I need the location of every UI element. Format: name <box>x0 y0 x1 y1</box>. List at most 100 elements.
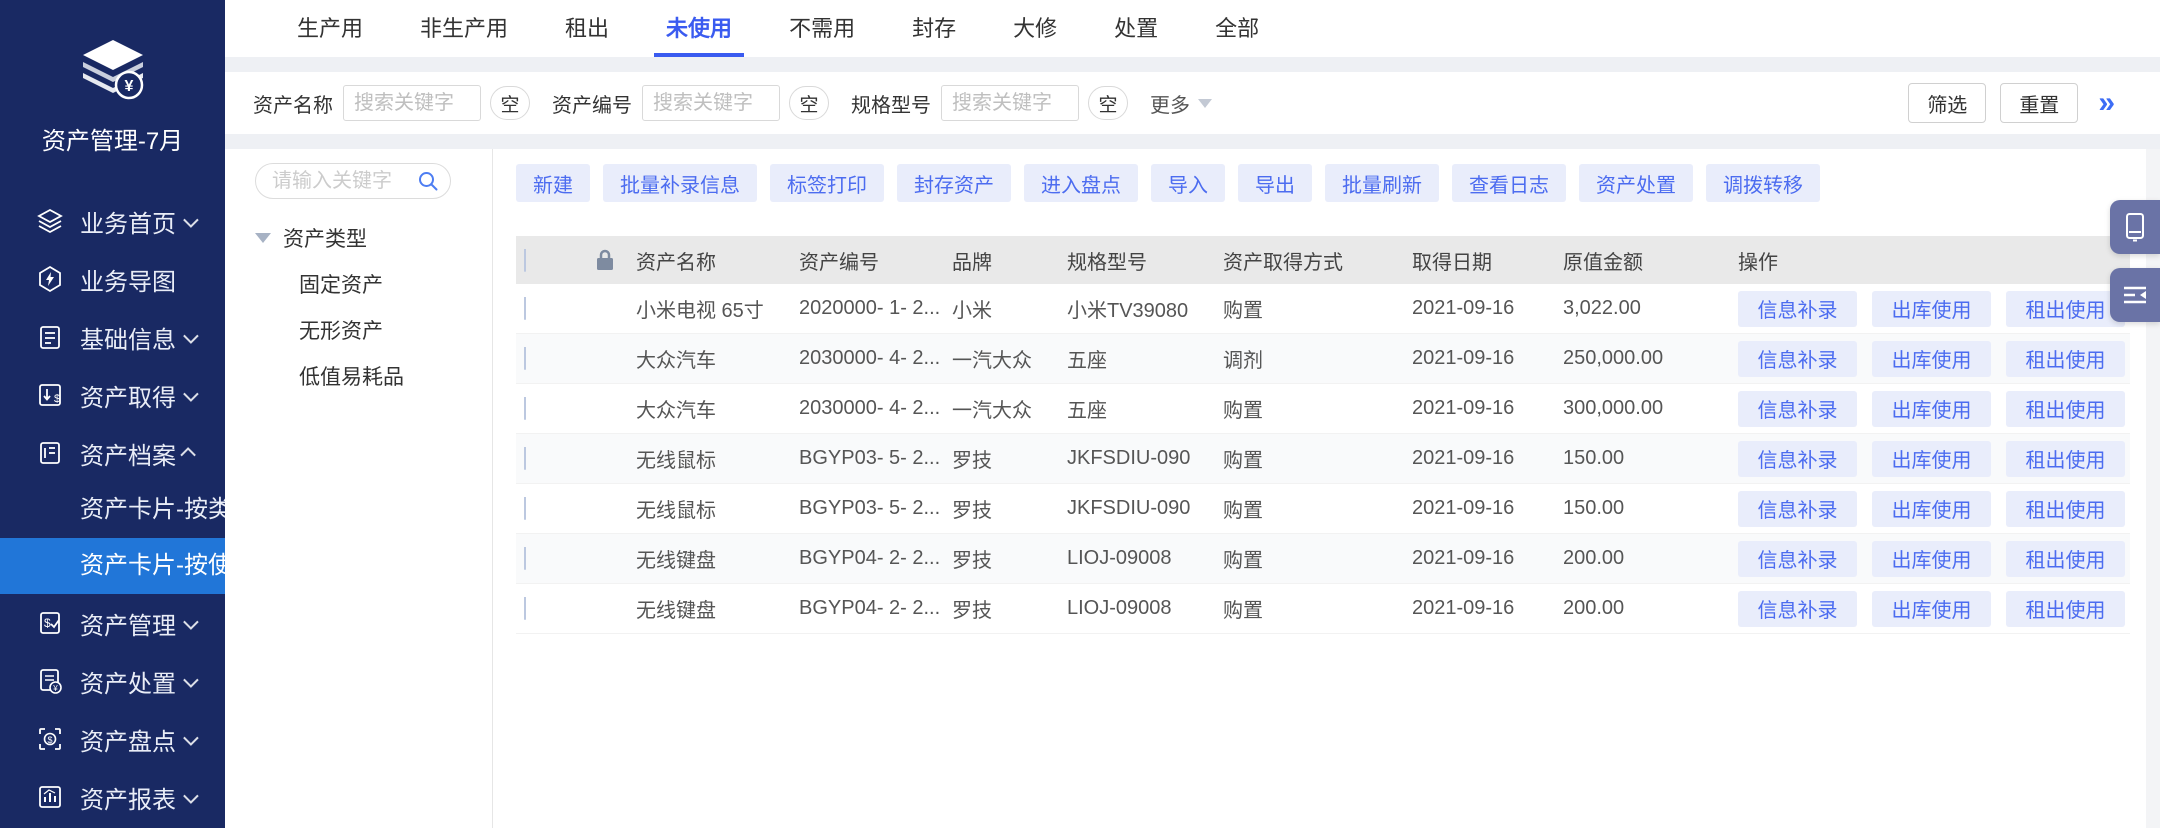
doc-coin-icon: ¥ <box>36 667 64 695</box>
sidebar-subitem-2[interactable]: 资产卡片-按使... <box>0 538 225 594</box>
tab-2[interactable]: 非生产用 <box>408 0 520 57</box>
toolbar-button-6[interactable]: 导入 <box>1151 164 1225 202</box>
sidebar-subitem-1[interactable]: 资产卡片-按类型 <box>0 482 225 538</box>
toolbar-button-2[interactable]: 批量补录信息 <box>603 164 757 202</box>
row-action-2[interactable]: 出库使用 <box>1872 441 1991 477</box>
filter-field-input[interactable] <box>941 85 1079 121</box>
tree-expand-icon[interactable] <box>255 233 271 243</box>
sidebar-item-label: 资产取得 <box>80 378 184 413</box>
row-action-2[interactable]: 出库使用 <box>1872 491 1991 527</box>
sidebar-item-7[interactable]: ¥资产处置 <box>0 652 225 710</box>
row-checkbox[interactable] <box>524 297 526 320</box>
collapse-panel-button[interactable] <box>2110 268 2160 322</box>
toolbar-button-4[interactable]: 封存资产 <box>897 164 1011 202</box>
toolbar-button-9[interactable]: 查看日志 <box>1452 164 1566 202</box>
toolbar-button-11[interactable]: 调拨转移 <box>1706 164 1820 202</box>
table-row: 无线键盘BGYP04- 2- 2...罗技LIOJ-09008购置2021-09… <box>516 584 2130 634</box>
empty-tag-button[interactable]: 空 <box>789 86 829 120</box>
more-filters-button[interactable]: 更多 <box>1150 89 1212 118</box>
reset-button[interactable]: 重置 <box>2000 83 2078 123</box>
row-action-1[interactable]: 信息补录 <box>1738 591 1857 627</box>
cell-asset-code: BGYP03- 5- 2... <box>799 497 952 520</box>
sidebar-item-2[interactable]: 业务导图 <box>0 250 225 308</box>
row-action-3[interactable]: 租出使用 <box>2006 541 2125 577</box>
tree-root-label: 资产类型 <box>283 223 367 253</box>
row-action-2[interactable]: 出库使用 <box>1872 591 1991 627</box>
row-action-2[interactable]: 出库使用 <box>1872 391 1991 427</box>
sidebar-item-6[interactable]: $资产管理 <box>0 594 225 652</box>
sidebar-item-3[interactable]: 基础信息 <box>0 308 225 366</box>
row-action-2[interactable]: 出库使用 <box>1872 541 1991 577</box>
tab-8[interactable]: 处置 <box>1102 0 1170 57</box>
cell-brand: 罗技 <box>952 544 1067 573</box>
cell-acquire-way: 购置 <box>1223 294 1412 323</box>
table-row: 无线鼠标BGYP03- 5- 2...罗技JKFSDIU-090购置2021-0… <box>516 484 2130 534</box>
filter-field-3: 规格型号空 <box>851 85 1128 121</box>
double-chevron-right-icon[interactable]: » <box>2098 88 2115 118</box>
table-row: 无线键盘BGYP04- 2- 2...罗技LIOJ-09008购置2021-09… <box>516 534 2130 584</box>
row-action-1[interactable]: 信息补录 <box>1738 391 1857 427</box>
row-checkbox[interactable] <box>524 397 526 420</box>
empty-tag-button[interactable]: 空 <box>490 86 530 120</box>
sidebar-nav: 业务首页业务导图基础信息$资产取得资产档案资产卡片-按类型资产卡片-按使...$… <box>0 192 225 826</box>
row-actions: 信息补录出库使用租出使用 <box>1726 591 2130 627</box>
filter-field-label: 资产名称 <box>253 89 333 118</box>
tree-node-2[interactable]: 无形资产 <box>299 315 468 345</box>
col-acquire-date: 取得日期 <box>1412 246 1563 275</box>
sidebar-item-4[interactable]: $资产取得 <box>0 366 225 424</box>
toolbar-button-8[interactable]: 批量刷新 <box>1325 164 1439 202</box>
tab-4[interactable]: 未使用 <box>654 0 744 57</box>
clipboard-icon <box>36 323 64 351</box>
tree-node-3[interactable]: 低值易耗品 <box>299 361 468 391</box>
toolbar-button-5[interactable]: 进入盘点 <box>1024 164 1138 202</box>
toolbar-button-3[interactable]: 标签打印 <box>770 164 884 202</box>
sidebar-item-5[interactable]: 资产档案 <box>0 424 225 482</box>
cell-original-value: 300,000.00 <box>1563 397 1726 420</box>
tab-7[interactable]: 大修 <box>1001 0 1069 57</box>
row-checkbox[interactable] <box>524 547 526 570</box>
tab-1[interactable]: 生产用 <box>285 0 375 57</box>
mobile-view-button[interactable] <box>2110 200 2160 254</box>
cell-asset-code: 2030000- 4- 2... <box>799 397 952 420</box>
row-action-2[interactable]: 出库使用 <box>1872 341 1991 377</box>
toolbar-button-10[interactable]: 资产处置 <box>1579 164 1693 202</box>
tab-5[interactable]: 不需用 <box>777 0 867 57</box>
row-action-1[interactable]: 信息补录 <box>1738 441 1857 477</box>
tree-node-1[interactable]: 固定资产 <box>299 269 468 299</box>
row-action-3[interactable]: 租出使用 <box>2006 441 2125 477</box>
row-action-1[interactable]: 信息补录 <box>1738 341 1857 377</box>
row-checkbox[interactable] <box>524 447 526 470</box>
scan-dollar-icon: $ <box>36 725 64 753</box>
row-action-1[interactable]: 信息补录 <box>1738 291 1857 327</box>
row-action-3[interactable]: 租出使用 <box>2006 291 2125 327</box>
tab-6[interactable]: 封存 <box>900 0 968 57</box>
select-all-checkbox[interactable] <box>524 249 526 272</box>
row-action-2[interactable]: 出库使用 <box>1872 291 1991 327</box>
row-checkbox[interactable] <box>524 347 526 370</box>
cell-acquire-date: 2021-09-16 <box>1412 597 1563 620</box>
row-action-1[interactable]: 信息补录 <box>1738 541 1857 577</box>
row-checkbox[interactable] <box>524 597 526 620</box>
search-icon[interactable] <box>417 170 439 192</box>
tab-3[interactable]: 租出 <box>553 0 621 57</box>
toolbar-button-1[interactable]: 新建 <box>516 164 590 202</box>
filter-field-input[interactable] <box>343 85 481 121</box>
cell-asset-code: BGYP04- 2- 2... <box>799 597 952 620</box>
empty-tag-button[interactable]: 空 <box>1088 86 1128 120</box>
toolbar-button-7[interactable]: 导出 <box>1238 164 1312 202</box>
cell-asset-code: 2030000- 4- 2... <box>799 347 952 370</box>
sidebar-item-8[interactable]: $资产盘点 <box>0 710 225 768</box>
row-action-3[interactable]: 租出使用 <box>2006 391 2125 427</box>
tree-node-asset-type[interactable]: 资产类型 <box>255 223 468 253</box>
row-action-3[interactable]: 租出使用 <box>2006 491 2125 527</box>
cell-original-value: 150.00 <box>1563 447 1726 470</box>
tab-9[interactable]: 全部 <box>1203 0 1271 57</box>
filter-button[interactable]: 筛选 <box>1908 83 1986 123</box>
row-action-3[interactable]: 租出使用 <box>2006 341 2125 377</box>
row-action-3[interactable]: 租出使用 <box>2006 591 2125 627</box>
filter-field-input[interactable] <box>642 85 780 121</box>
row-checkbox[interactable] <box>524 497 526 520</box>
sidebar-item-9[interactable]: 资产报表 <box>0 768 225 826</box>
sidebar-item-1[interactable]: 业务首页 <box>0 192 225 250</box>
row-action-1[interactable]: 信息补录 <box>1738 491 1857 527</box>
